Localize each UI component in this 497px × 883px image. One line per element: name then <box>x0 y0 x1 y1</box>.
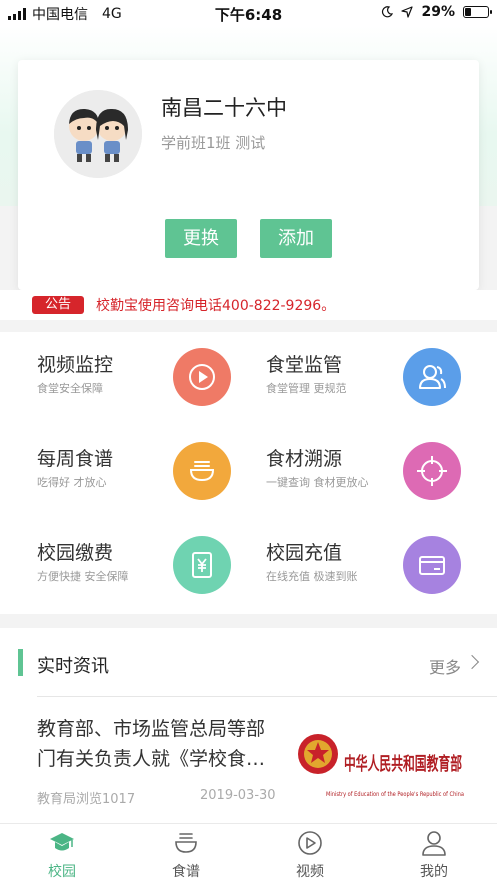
play-icon <box>173 348 231 406</box>
graduation-cap-icon <box>50 833 74 851</box>
user-icon <box>422 831 446 856</box>
target-icon <box>403 442 461 500</box>
card-icon <box>403 536 461 594</box>
tab-recipe[interactable]: 食谱 <box>124 824 248 883</box>
feature-title: 食堂监管 <box>266 354 343 376</box>
article-thumbnail[interactable]: 中华人民共和国教育部 Ministry of Education of the … <box>296 712 467 806</box>
section-accent-bar <box>18 649 23 676</box>
emblem-icon <box>298 734 338 774</box>
play-circle-icon <box>298 831 322 855</box>
bowl-icon <box>175 833 197 853</box>
moon-icon <box>382 6 394 18</box>
change-school-button[interactable]: 更换 <box>165 219 237 258</box>
chevron-right-icon[interactable] <box>464 654 480 670</box>
tab-mine[interactable]: 我的 <box>372 824 496 883</box>
feature-subtitle: 食堂管理 更规范 <box>266 382 347 395</box>
notice-text: 校勤宝使用咨询电话400-822-9296。 <box>96 298 336 314</box>
tab-label: 校园 <box>48 864 76 880</box>
feature-campus-payment[interactable]: 校园缴费 方便快捷 安全保障 <box>0 520 248 614</box>
add-school-button[interactable]: 添加 <box>260 219 332 258</box>
article-title[interactable]: 教育部、市场监管总局等部门有关负责人就《学校食… <box>37 714 277 774</box>
feature-subtitle: 一键查询 食材更放心 <box>266 476 369 489</box>
feature-campus-recharge[interactable]: 校园充值 在线充值 极速到账 <box>248 520 496 614</box>
tab-label: 我的 <box>420 864 448 880</box>
school-card: 南昌二十六中 学前班1班 测试 更换 添加 <box>18 60 479 290</box>
feature-title: 校园缴费 <box>37 542 114 564</box>
feature-subtitle: 在线充值 极速到账 <box>266 570 358 583</box>
battery-icon <box>463 6 492 18</box>
battery-percent: 29% <box>421 4 455 20</box>
school-name: 南昌二十六中 <box>161 96 287 120</box>
feature-title: 食材溯源 <box>266 448 343 470</box>
article-views: 教育局浏览1017 <box>37 792 136 807</box>
feature-title: 每周食谱 <box>37 448 114 470</box>
article-image-title: 中华人民共和国教育部 <box>344 753 462 775</box>
tab-video[interactable]: 视频 <box>248 824 372 883</box>
bowl-icon <box>173 442 231 500</box>
feature-title: 校园充值 <box>266 542 343 564</box>
news-header: 实时资讯 更多 <box>0 628 497 698</box>
notice-tag: 公告 <box>32 296 85 314</box>
yen-icon <box>173 536 231 594</box>
feature-food-traceability[interactable]: 食材溯源 一键查询 食材更放心 <box>248 426 496 520</box>
divider <box>37 696 497 697</box>
location-arrow-icon <box>401 6 414 18</box>
school-avatar[interactable] <box>54 90 142 178</box>
feature-subtitle: 吃得好 才放心 <box>37 476 107 489</box>
feature-weekly-menu[interactable]: 每周食谱 吃得好 才放心 <box>0 426 248 520</box>
feature-title: 视频监控 <box>37 354 114 376</box>
tab-campus[interactable]: 校园 <box>0 824 124 883</box>
feature-subtitle: 食堂安全保障 <box>37 382 103 395</box>
feature-video-monitor[interactable]: 视频监控 食堂安全保障 <box>0 332 248 426</box>
tab-label: 视频 <box>296 864 324 880</box>
feature-canteen-supervision[interactable]: 食堂监管 食堂管理 更规范 <box>248 332 496 426</box>
bottom-tab-bar: 校园 食谱 视频 我的 <box>0 823 497 883</box>
tab-label: 食谱 <box>172 864 200 880</box>
notice-bar[interactable]: 公告 校勤宝使用咨询电话400-822-9296。 <box>0 290 497 320</box>
feature-grid: 视频监控 食堂安全保障 食堂监管 食堂管理 更规范 每周食谱 吃得好 才放心 食… <box>0 332 497 614</box>
feature-subtitle: 方便快捷 安全保障 <box>37 570 129 583</box>
news-section: 实时资讯 更多 教育部、市场监管总局等部门有关负责人就《学校食… 教育局浏览10… <box>0 628 497 823</box>
class-info: 学前班1班 测试 <box>161 134 266 152</box>
article-image-subtitle: Ministry of Education of the People's Re… <box>326 791 464 798</box>
article-date: 2019-03-30 <box>200 788 276 803</box>
status-bar: 中国电信 4G 下午6:48 29% <box>0 0 497 26</box>
news-more-link[interactable]: 更多 <box>429 654 461 678</box>
news-section-title: 实时资讯 <box>37 656 109 677</box>
people-icon <box>403 348 461 406</box>
